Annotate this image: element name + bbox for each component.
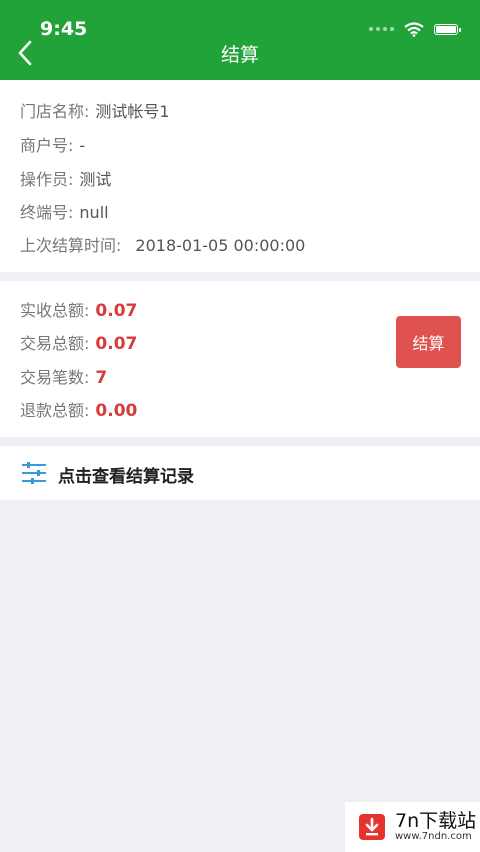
sliders-icon bbox=[22, 462, 46, 484]
totals-card: 实收总额: 0.07 交易总额: 0.07 交易笔数: 7 退款总额: 0.00 结算 bbox=[0, 281, 480, 437]
trade-count-label: 交易笔数: bbox=[20, 368, 90, 387]
status-icons bbox=[369, 20, 461, 38]
merchant-no-value: - bbox=[79, 136, 86, 155]
refund-value: 0.00 bbox=[95, 401, 138, 421]
watermark-name: 7n下载站 bbox=[395, 810, 477, 832]
trade-total-label: 交易总额: bbox=[20, 334, 90, 353]
page-title: 结算 bbox=[220, 44, 259, 66]
watermark: 7n下载站 www.7ndn.com bbox=[345, 802, 480, 852]
watermark-url: www.7ndn.com bbox=[395, 831, 472, 842]
operator-value: 测试 bbox=[79, 170, 112, 189]
app-header: 9:45 结算 bbox=[0, 0, 480, 80]
store-name-row: 门店名称: 测试帐号1 bbox=[20, 98, 170, 122]
merchant-no-row: 商户号: - bbox=[20, 132, 85, 156]
merchant-no-label: 商户号: bbox=[20, 136, 74, 155]
last-settle-row: 上次结算时间: 2018-01-05 00:00:00 bbox=[20, 232, 305, 256]
store-info-card: 门店名称: 测试帐号1 商户号: - 操作员: 测试 终端号: null 上次结算时间:… bbox=[0, 80, 480, 272]
trade-total-value: 0.07 bbox=[95, 334, 138, 354]
settle-records-label: 点击查看结算记录 bbox=[58, 467, 194, 487]
store-name-label: 门店名称: bbox=[20, 102, 90, 121]
last-settle-label: 上次结算时间: bbox=[20, 236, 122, 255]
refund-label: 退款总额: bbox=[20, 401, 90, 420]
download-icon bbox=[359, 814, 385, 840]
settle-records-link[interactable]: 点击查看结算记录 bbox=[0, 446, 480, 500]
wifi-icon bbox=[404, 21, 424, 37]
operator-label: 操作员: bbox=[20, 170, 74, 189]
received-label: 实收总额: bbox=[20, 301, 90, 320]
received-row: 实收总额: 0.07 bbox=[20, 297, 137, 321]
settle-button[interactable]: 结算 bbox=[396, 316, 461, 368]
trade-count-value: 7 bbox=[95, 368, 108, 388]
terminal-no-row: 终端号: null bbox=[20, 199, 109, 223]
terminal-no-value: null bbox=[79, 203, 109, 222]
operator-row: 操作员: 测试 bbox=[20, 166, 111, 190]
battery-icon bbox=[434, 23, 461, 35]
status-time: 9:45 bbox=[40, 18, 88, 40]
refund-row: 退款总额: 0.00 bbox=[20, 397, 137, 421]
watermark-text: 7n下载站 www.7ndn.com bbox=[395, 811, 476, 843]
last-settle-value: 2018-01-05 00:00:00 bbox=[135, 236, 306, 255]
store-name-value: 测试帐号1 bbox=[95, 102, 170, 121]
trade-total-row: 交易总额: 0.07 bbox=[20, 330, 137, 354]
received-value: 0.07 bbox=[95, 301, 138, 321]
terminal-no-label: 终端号: bbox=[20, 203, 74, 222]
signal-icon bbox=[369, 27, 394, 31]
trade-count-row: 交易笔数: 7 bbox=[20, 364, 107, 388]
